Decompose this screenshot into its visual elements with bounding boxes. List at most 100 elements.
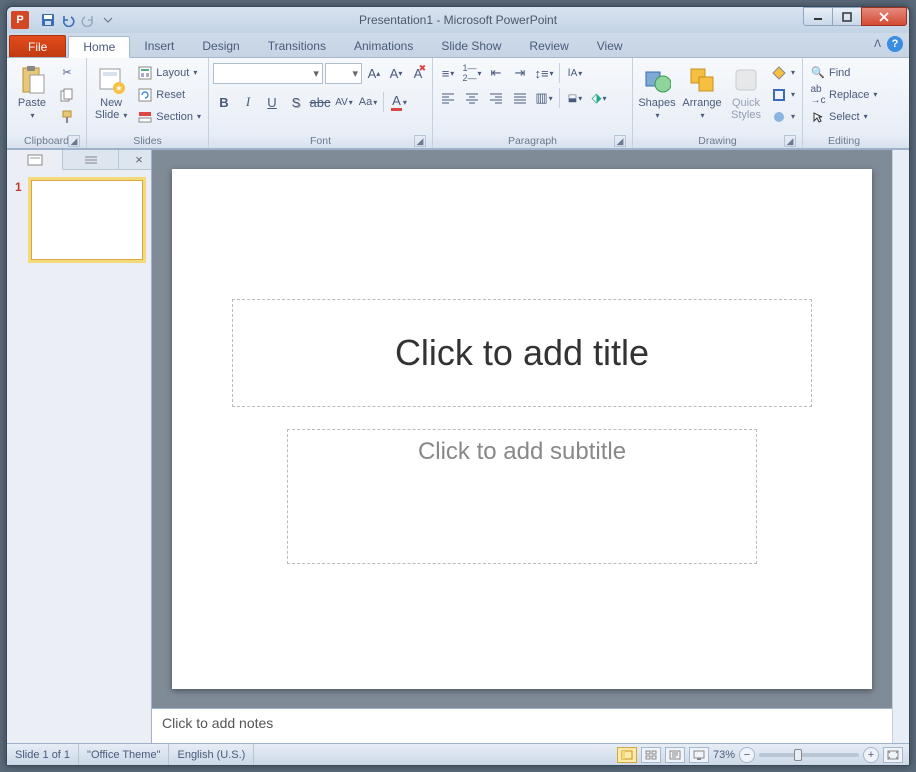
- layout-button[interactable]: Layout▾: [134, 62, 204, 83]
- shape-outline-icon: [771, 87, 787, 103]
- slide-viewport[interactable]: Click to add title Click to add subtitle: [152, 150, 892, 708]
- zoom-slider-thumb[interactable]: [794, 749, 802, 761]
- slides-pane-tab[interactable]: [7, 150, 63, 170]
- columns-button[interactable]: ▥▾: [533, 87, 555, 109]
- bold-button[interactable]: B: [213, 91, 235, 113]
- tab-transitions[interactable]: Transitions: [254, 35, 340, 57]
- drawing-dialog-launcher[interactable]: ◢: [784, 135, 796, 147]
- clear-formatting-button[interactable]: A✖: [408, 62, 428, 84]
- title-placeholder[interactable]: Click to add title: [232, 299, 812, 407]
- new-slide-icon: ✶: [95, 64, 127, 96]
- shrink-font-button[interactable]: A▾: [386, 62, 406, 84]
- clipboard-dialog-launcher[interactable]: ◢: [68, 135, 80, 147]
- font-size-combo[interactable]: ▾: [325, 63, 362, 84]
- new-slide-button[interactable]: ✶ New Slide ▾: [91, 62, 131, 124]
- decrease-indent-button[interactable]: ⇤: [485, 62, 507, 84]
- arrange-button[interactable]: Arrange▾: [680, 62, 724, 124]
- reset-button[interactable]: Reset: [134, 84, 204, 105]
- zoom-percent[interactable]: 73%: [713, 749, 735, 761]
- close-button[interactable]: [861, 7, 907, 26]
- increase-indent-icon: ⇥: [515, 65, 526, 81]
- group-drawing: Shapes▾ Arrange▾ Quick Styles ▾ ▾ ▾ Draw…: [633, 58, 803, 148]
- align-center-button[interactable]: [461, 87, 483, 109]
- shapes-button[interactable]: Shapes▾: [637, 62, 677, 124]
- tab-view[interactable]: View: [583, 35, 637, 57]
- quick-styles-button[interactable]: Quick Styles: [727, 62, 765, 123]
- strikethrough-button[interactable]: abc: [309, 91, 331, 113]
- paragraph-dialog-launcher[interactable]: ◢: [614, 135, 626, 147]
- font-color-button[interactable]: A▾: [388, 91, 410, 113]
- slide[interactable]: Click to add title Click to add subtitle: [172, 169, 872, 689]
- save-icon[interactable]: [39, 11, 57, 29]
- normal-view-button[interactable]: [617, 747, 637, 763]
- app-window: P Presentation1 - Microsoft PowerPoint F…: [6, 6, 910, 766]
- tab-review[interactable]: Review: [515, 35, 582, 57]
- increase-indent-button[interactable]: ⇥: [509, 62, 531, 84]
- shape-fill-button[interactable]: ▾: [768, 62, 798, 83]
- slide-thumbnail-1[interactable]: 1: [15, 180, 143, 260]
- minimize-ribbon-icon[interactable]: ᐱ: [874, 39, 881, 50]
- qat-customize-icon[interactable]: [99, 11, 117, 29]
- grow-font-button[interactable]: A▴: [364, 62, 384, 84]
- sorter-view-button[interactable]: [641, 747, 661, 763]
- tab-design[interactable]: Design: [188, 35, 253, 57]
- tab-animations[interactable]: Animations: [340, 35, 427, 57]
- char-spacing-button[interactable]: AV▾: [333, 91, 355, 113]
- copy-button[interactable]: [56, 84, 78, 105]
- align-right-button[interactable]: [485, 87, 507, 109]
- slideshow-view-button[interactable]: [689, 747, 709, 763]
- line-spacing-button[interactable]: ↕≡▾: [533, 62, 555, 84]
- section-button[interactable]: Section▾: [134, 106, 204, 127]
- statusbar: Slide 1 of 1 "Office Theme" English (U.S…: [7, 743, 909, 765]
- tab-slideshow[interactable]: Slide Show: [427, 35, 515, 57]
- change-case-button[interactable]: Aa▾: [357, 91, 379, 113]
- select-button[interactable]: Select▾: [807, 106, 880, 127]
- bullets-button[interactable]: ≡▾: [437, 62, 459, 84]
- zoom-in-button[interactable]: +: [863, 747, 879, 763]
- outline-pane-tab[interactable]: [63, 150, 119, 169]
- undo-icon[interactable]: [59, 11, 77, 29]
- notes-pane[interactable]: Click to add notes: [152, 708, 892, 743]
- file-tab[interactable]: File: [9, 35, 66, 57]
- underline-button[interactable]: U: [261, 91, 283, 113]
- fit-to-window-button[interactable]: [883, 747, 903, 763]
- maximize-button[interactable]: [832, 7, 862, 26]
- pane-close-button[interactable]: ×: [127, 150, 151, 169]
- font-dialog-launcher[interactable]: ◢: [414, 135, 426, 147]
- find-button[interactable]: 🔍Find: [807, 62, 880, 83]
- vertical-scrollbar[interactable]: [892, 150, 909, 743]
- align-left-button[interactable]: [437, 87, 459, 109]
- reading-view-button[interactable]: [665, 747, 685, 763]
- powerpoint-app-icon[interactable]: P: [11, 11, 29, 29]
- svg-text:✶: ✶: [115, 84, 123, 94]
- paste-button[interactable]: Paste▾: [11, 62, 53, 124]
- subtitle-placeholder[interactable]: Click to add subtitle: [287, 429, 757, 564]
- decrease-indent-icon: ⇤: [491, 65, 502, 81]
- redo-icon[interactable]: [79, 11, 97, 29]
- zoom-slider[interactable]: [759, 753, 859, 757]
- minimize-button[interactable]: [803, 7, 833, 26]
- slides-outline-pane: × 1: [7, 150, 152, 743]
- shape-outline-button[interactable]: ▾: [768, 84, 798, 105]
- cut-button[interactable]: ✂: [56, 62, 78, 83]
- status-theme[interactable]: "Office Theme": [79, 744, 169, 765]
- smartart-button[interactable]: ⬗▾: [588, 87, 610, 109]
- align-text-button[interactable]: ⬓▾: [564, 87, 586, 109]
- zoom-out-button[interactable]: −: [739, 747, 755, 763]
- group-label-font: Font: [310, 135, 331, 147]
- status-slide[interactable]: Slide 1 of 1: [7, 744, 79, 765]
- justify-button[interactable]: [509, 87, 531, 109]
- help-icon[interactable]: ?: [887, 36, 903, 52]
- italic-button[interactable]: I: [237, 91, 259, 113]
- tab-home[interactable]: Home: [68, 36, 130, 58]
- font-family-combo[interactable]: ▾: [213, 63, 323, 84]
- replace-button[interactable]: ab→cReplace▾: [807, 84, 880, 105]
- tab-insert[interactable]: Insert: [130, 35, 188, 57]
- numbering-button[interactable]: 1—2—▾: [461, 62, 483, 84]
- cut-icon: ✂: [59, 65, 75, 81]
- status-language[interactable]: English (U.S.): [169, 744, 254, 765]
- text-direction-button[interactable]: ⅠA▾: [564, 62, 586, 84]
- shadow-button[interactable]: S: [285, 91, 307, 113]
- format-painter-button[interactable]: [56, 106, 78, 127]
- shape-effects-button[interactable]: ▾: [768, 106, 798, 127]
